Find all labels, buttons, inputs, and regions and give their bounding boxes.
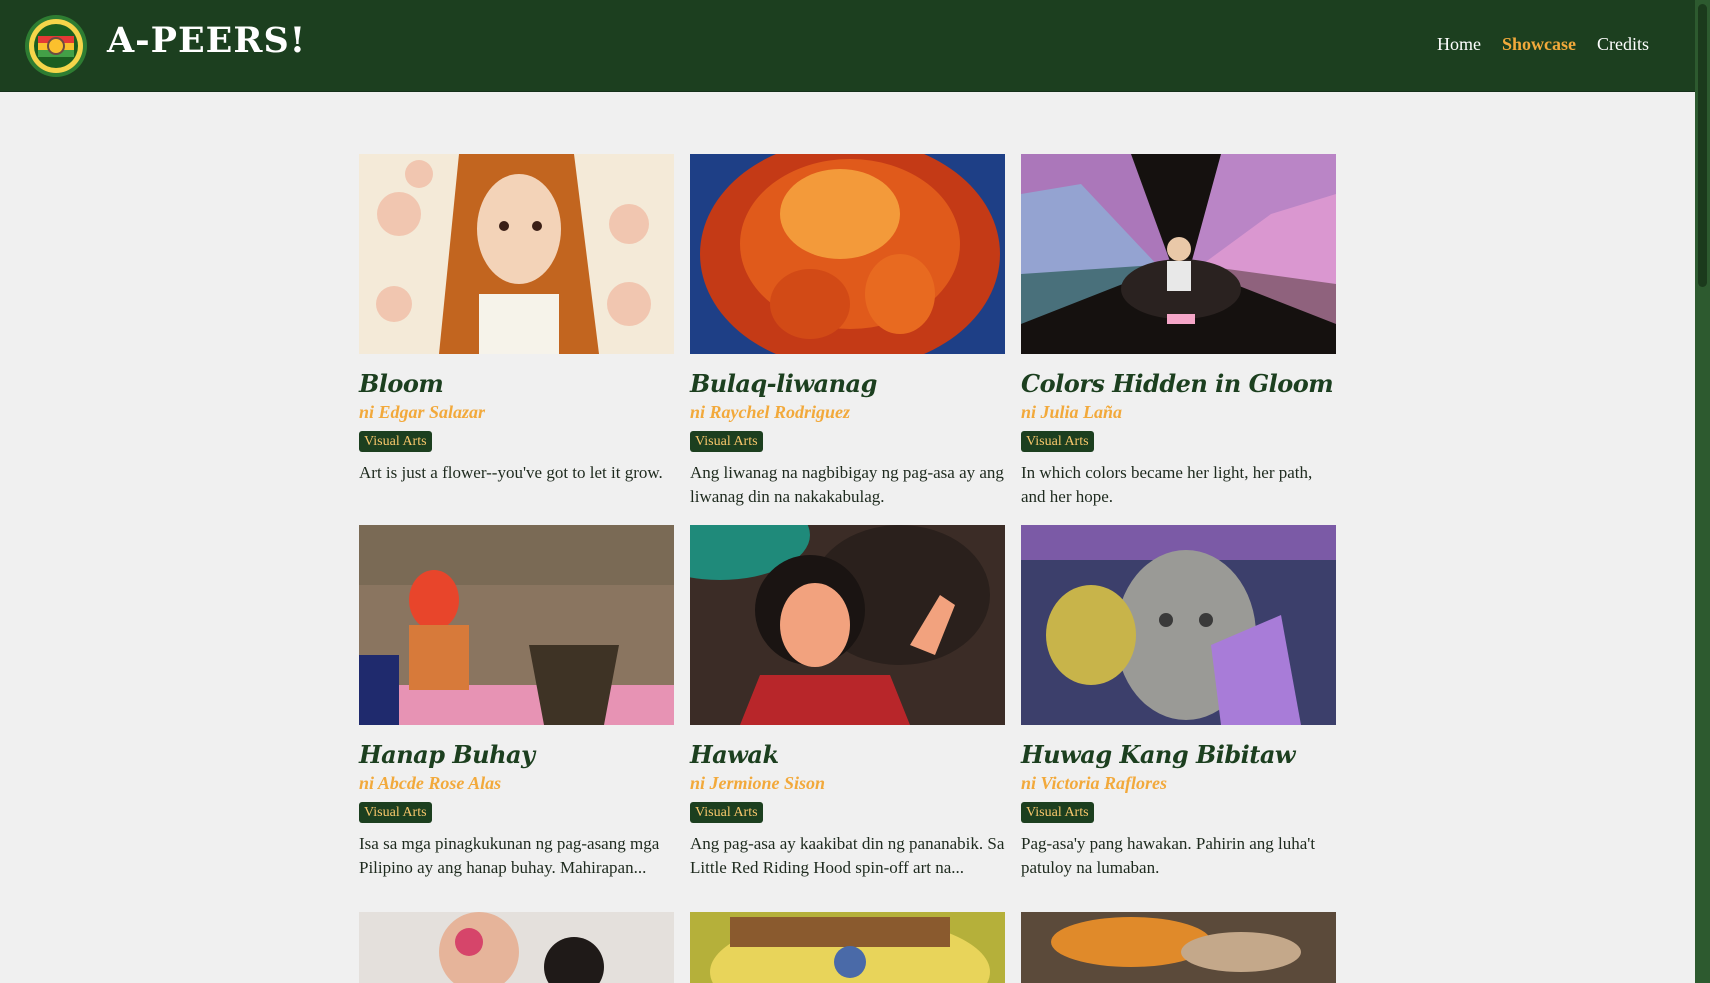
scrollbar[interactable] bbox=[1695, 0, 1710, 983]
artwork-description: In which colors became her light, her pa… bbox=[1021, 463, 1313, 506]
category-badge: Visual Arts bbox=[1021, 802, 1094, 823]
artwork-title[interactable]: Bloom bbox=[359, 369, 674, 399]
artwork-image[interactable] bbox=[690, 154, 1005, 354]
category-badge: Visual Arts bbox=[690, 431, 763, 452]
category-badge: Visual Arts bbox=[359, 431, 432, 452]
artwork-card[interactable]: Huwag Kang Bibitaw ni Victoria Raflores … bbox=[1021, 525, 1336, 880]
artwork-title[interactable]: Hawak bbox=[690, 740, 1005, 770]
category-badge: Visual Arts bbox=[359, 802, 432, 823]
artwork-title[interactable]: Bulaq-liwanag bbox=[690, 369, 1005, 399]
artwork-title[interactable]: Huwag Kang Bibitaw bbox=[1021, 740, 1336, 770]
artwork-image[interactable] bbox=[359, 525, 674, 725]
artwork-image[interactable] bbox=[359, 912, 674, 983]
main-nav: Home Showcase Credits bbox=[1437, 34, 1649, 55]
artwork-card[interactable]: Hanap Buhay ni Abcde Rose Alas Visual Ar… bbox=[359, 525, 674, 880]
artwork-author: ni Raychel Rodriguez bbox=[690, 402, 851, 422]
nav-credits[interactable]: Credits bbox=[1597, 34, 1649, 55]
scrollbar-thumb[interactable] bbox=[1698, 4, 1707, 287]
artwork-card[interactable]: Hawak ni Jermione Sison Visual Arts Ang … bbox=[690, 525, 1005, 880]
artwork-author: ni Edgar Salazar bbox=[359, 402, 486, 422]
artwork-image[interactable] bbox=[690, 912, 1005, 983]
artwork-image[interactable] bbox=[690, 525, 1005, 725]
artwork-title[interactable]: Hanap Buhay bbox=[359, 740, 674, 770]
nav-home[interactable]: Home bbox=[1437, 34, 1481, 55]
artwork-image[interactable] bbox=[1021, 525, 1336, 725]
artwork-description: Ang pag-asa ay kaakibat din ng pananabik… bbox=[690, 834, 1005, 877]
artwork-title[interactable]: Colors Hidden in Gloom bbox=[1021, 369, 1336, 399]
next-row-partial bbox=[359, 912, 1336, 983]
artwork-card[interactable]: Bulaq-liwanag ni Raychel Rodriguez Visua… bbox=[690, 154, 1005, 509]
artwork-author: ni Jermione Sison bbox=[690, 773, 826, 793]
artwork-author: ni Abcde Rose Alas bbox=[359, 773, 502, 793]
artwork-image[interactable] bbox=[1021, 154, 1336, 354]
artwork-description: Art is just a flower--you've got to let … bbox=[359, 463, 663, 482]
artwork-image[interactable] bbox=[1021, 912, 1336, 983]
category-badge: Visual Arts bbox=[690, 802, 763, 823]
showcase-grid: Bloom ni Edgar Salazar Visual Arts Art i… bbox=[359, 154, 1336, 880]
category-badge: Visual Arts bbox=[1021, 431, 1094, 452]
school-seal-logo[interactable] bbox=[24, 12, 88, 80]
header: A-PEERS! Home Showcase Credits bbox=[0, 0, 1695, 92]
artwork-author: ni Victoria Raflores bbox=[1021, 773, 1168, 793]
artwork-card[interactable]: Colors Hidden in Gloom ni Julia Laña Vis… bbox=[1021, 154, 1336, 509]
site-title[interactable]: A-PEERS! bbox=[107, 20, 306, 61]
artwork-image[interactable] bbox=[359, 154, 674, 354]
artwork-description: Isa sa mga pinagkukunan ng pag-asang mga… bbox=[359, 834, 660, 877]
artwork-description: Pag-asa'y pang hawakan. Pahirin ang luha… bbox=[1021, 834, 1316, 877]
artwork-card[interactable]: Bloom ni Edgar Salazar Visual Arts Art i… bbox=[359, 154, 674, 509]
nav-showcase[interactable]: Showcase bbox=[1502, 34, 1576, 55]
artwork-description: Ang liwanag na nagbibigay ng pag-asa ay … bbox=[690, 463, 1004, 506]
artwork-author: ni Julia Laña bbox=[1021, 402, 1123, 422]
